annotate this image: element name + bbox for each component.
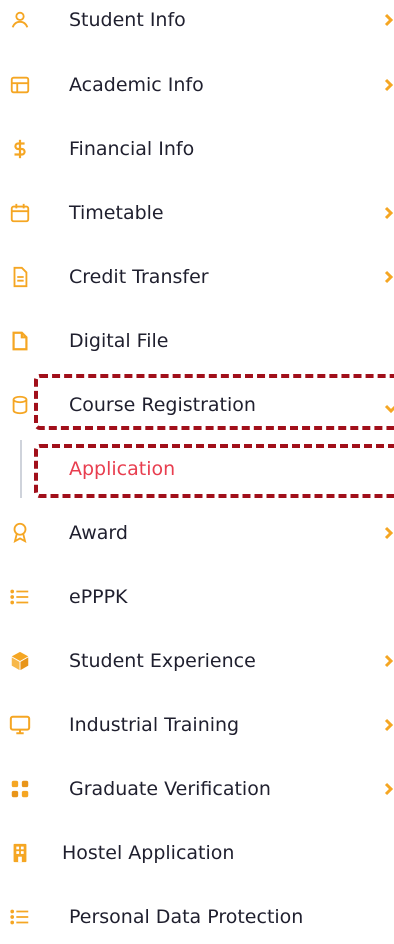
- sidebar-item-label: Award: [69, 522, 128, 544]
- list-icon: [8, 905, 32, 929]
- chevron-right-icon: [384, 781, 394, 797]
- apps-icon: [8, 777, 32, 801]
- calendar-icon: [8, 201, 32, 225]
- sidebar-item-label: Student Info: [69, 9, 186, 31]
- list-icon: [8, 585, 32, 609]
- sidebar-item-label: Hostel Application: [62, 842, 235, 864]
- chevron-right-icon: [384, 525, 394, 541]
- sidebar-item-label: Digital File: [69, 330, 169, 352]
- sidebar-item-student-info[interactable]: Student Info: [0, 0, 394, 48]
- sidebar-item-label: Financial Info: [69, 138, 195, 160]
- sidebar-item-timetable[interactable]: Timetable: [0, 184, 394, 240]
- box-icon: [8, 649, 32, 673]
- sidebar-item-award[interactable]: Award: [0, 504, 394, 560]
- chevron-right-icon: [384, 12, 394, 28]
- chevron-right-icon: [384, 77, 394, 93]
- dollar-icon: [8, 137, 32, 161]
- sidebar-item-hostel-application[interactable]: Hostel Application: [0, 824, 394, 880]
- sidebar-item-label: Graduate Verification: [69, 778, 271, 800]
- highlight-box: [34, 374, 394, 430]
- document-icon: [8, 265, 32, 289]
- highlight-box: [34, 444, 394, 498]
- chevron-right-icon: [384, 717, 394, 733]
- sidebar-item-financial-info[interactable]: Financial Info: [0, 120, 394, 176]
- user-icon: [8, 8, 32, 32]
- sidebar-item-label: Industrial Training: [69, 714, 240, 736]
- chevron-right-icon: [384, 653, 394, 669]
- sidebar-item-personal-data-protection[interactable]: Personal Data Protection: [0, 888, 394, 944]
- sidebar-item-epppk[interactable]: ePPPK: [0, 568, 394, 624]
- sidebar-item-label: Timetable: [69, 202, 164, 224]
- sidebar-item-student-experience[interactable]: Student Experience: [0, 632, 394, 688]
- layout-icon: [8, 73, 32, 97]
- building-icon: [8, 841, 32, 865]
- sidebar-item-label: Credit Transfer: [69, 266, 209, 288]
- sidebar-item-graduate-verification[interactable]: Graduate Verification: [0, 760, 394, 816]
- monitor-icon: [8, 713, 32, 737]
- sidebar-item-label: Student Experience: [69, 650, 256, 672]
- sidebar-item-label: Academic Info: [69, 74, 204, 96]
- sidebar-item-digital-file[interactable]: Digital File: [0, 312, 394, 368]
- file-icon: [8, 329, 32, 353]
- sidebar-item-academic-info[interactable]: Academic Info: [0, 56, 394, 112]
- sidebar-item-label: Personal Data Protection: [69, 906, 304, 928]
- sidebar-item-industrial-training[interactable]: Industrial Training: [0, 696, 394, 752]
- sidebar-item-credit-transfer[interactable]: Credit Transfer: [0, 248, 394, 304]
- sidebar-menu: Student Info Academic Info Financial Inf…: [0, 0, 394, 928]
- award-icon: [8, 520, 32, 544]
- database-icon: [8, 393, 32, 417]
- chevron-right-icon: [384, 269, 394, 285]
- sidebar-item-label: ePPPK: [69, 586, 128, 608]
- submenu-guide-line: [20, 440, 22, 498]
- chevron-right-icon: [384, 205, 394, 221]
